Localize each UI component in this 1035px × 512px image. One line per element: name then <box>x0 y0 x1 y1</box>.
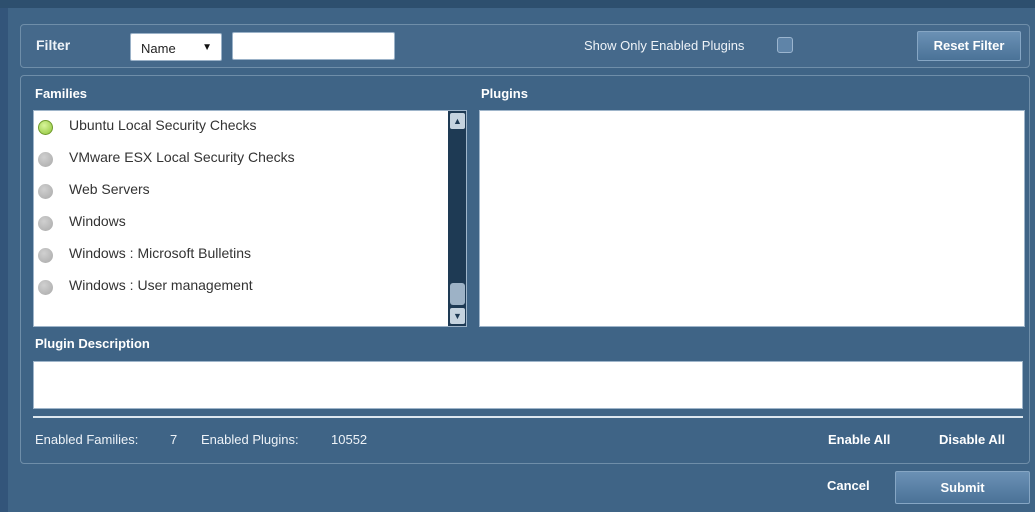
status-dot-icon[interactable] <box>38 184 53 199</box>
family-label: VMware ESX Local Security Checks <box>69 149 295 165</box>
filter-panel: Filter Name ▼ Show Only Enabled Plugins … <box>20 24 1030 68</box>
filter-field-select[interactable]: Name ▼ <box>130 33 222 61</box>
status-dot-icon[interactable] <box>38 248 53 263</box>
family-label: Windows <box>69 213 126 229</box>
enabled-families-label: Enabled Families: <box>35 432 139 447</box>
status-dot-icon[interactable] <box>38 152 53 167</box>
enabled-plugins-count: 10552 <box>331 432 368 447</box>
enabled-plugins-label: Enabled Plugins: <box>201 432 299 447</box>
family-item[interactable]: Windows <box>34 207 444 239</box>
show-only-enabled-label: Show Only Enabled Plugins <box>584 38 745 53</box>
plugins-list <box>479 110 1025 327</box>
family-item[interactable]: Ubuntu Local Security Checks <box>34 111 444 143</box>
plugin-description-box <box>33 361 1023 409</box>
plugins-title: Plugins <box>481 86 528 101</box>
status-dot-icon[interactable] <box>38 216 53 231</box>
plugin-description-title: Plugin Description <box>35 336 150 351</box>
filter-label: Filter <box>36 37 71 53</box>
top-bar <box>0 0 1035 8</box>
status-dot-icon[interactable] <box>38 280 53 295</box>
filter-text-input[interactable] <box>232 32 395 60</box>
cancel-button[interactable]: Cancel <box>827 478 870 493</box>
scroll-thumb[interactable] <box>450 283 465 305</box>
family-item[interactable]: Web Servers <box>34 175 444 207</box>
families-list: Ubuntu Local Security Checks VMware ESX … <box>33 110 467 327</box>
arrow-up-icon[interactable]: ▲ <box>450 113 465 129</box>
disable-all-button[interactable]: Disable All <box>939 432 1005 447</box>
chevron-down-icon: ▼ <box>202 42 212 53</box>
submit-button[interactable]: Submit <box>895 471 1030 504</box>
divider <box>33 416 1023 418</box>
family-item[interactable]: Windows : User management <box>34 271 444 303</box>
filter-field-value: Name <box>141 41 176 56</box>
status-dot-icon[interactable] <box>38 120 53 135</box>
families-title: Families <box>35 86 88 101</box>
family-item[interactable]: Windows : Microsoft Bulletins <box>34 239 444 271</box>
families-scrollbar[interactable]: ▲ ▼ <box>448 111 466 326</box>
left-edge <box>0 8 8 512</box>
family-label: Windows : Microsoft Bulletins <box>69 245 252 261</box>
enabled-families-count: 7 <box>170 432 178 447</box>
family-label: Windows : User management <box>69 277 253 293</box>
enable-all-button[interactable]: Enable All <box>828 432 890 447</box>
family-label: Ubuntu Local Security Checks <box>69 117 257 133</box>
family-item[interactable]: VMware ESX Local Security Checks <box>34 143 444 175</box>
family-label: Web Servers <box>69 181 150 197</box>
plugins-panel: Families Plugins Ubuntu Local Security C… <box>20 75 1030 464</box>
arrow-down-icon[interactable]: ▼ <box>450 308 465 324</box>
show-only-enabled-checkbox[interactable] <box>777 37 793 53</box>
reset-filter-button[interactable]: Reset Filter <box>917 31 1021 61</box>
